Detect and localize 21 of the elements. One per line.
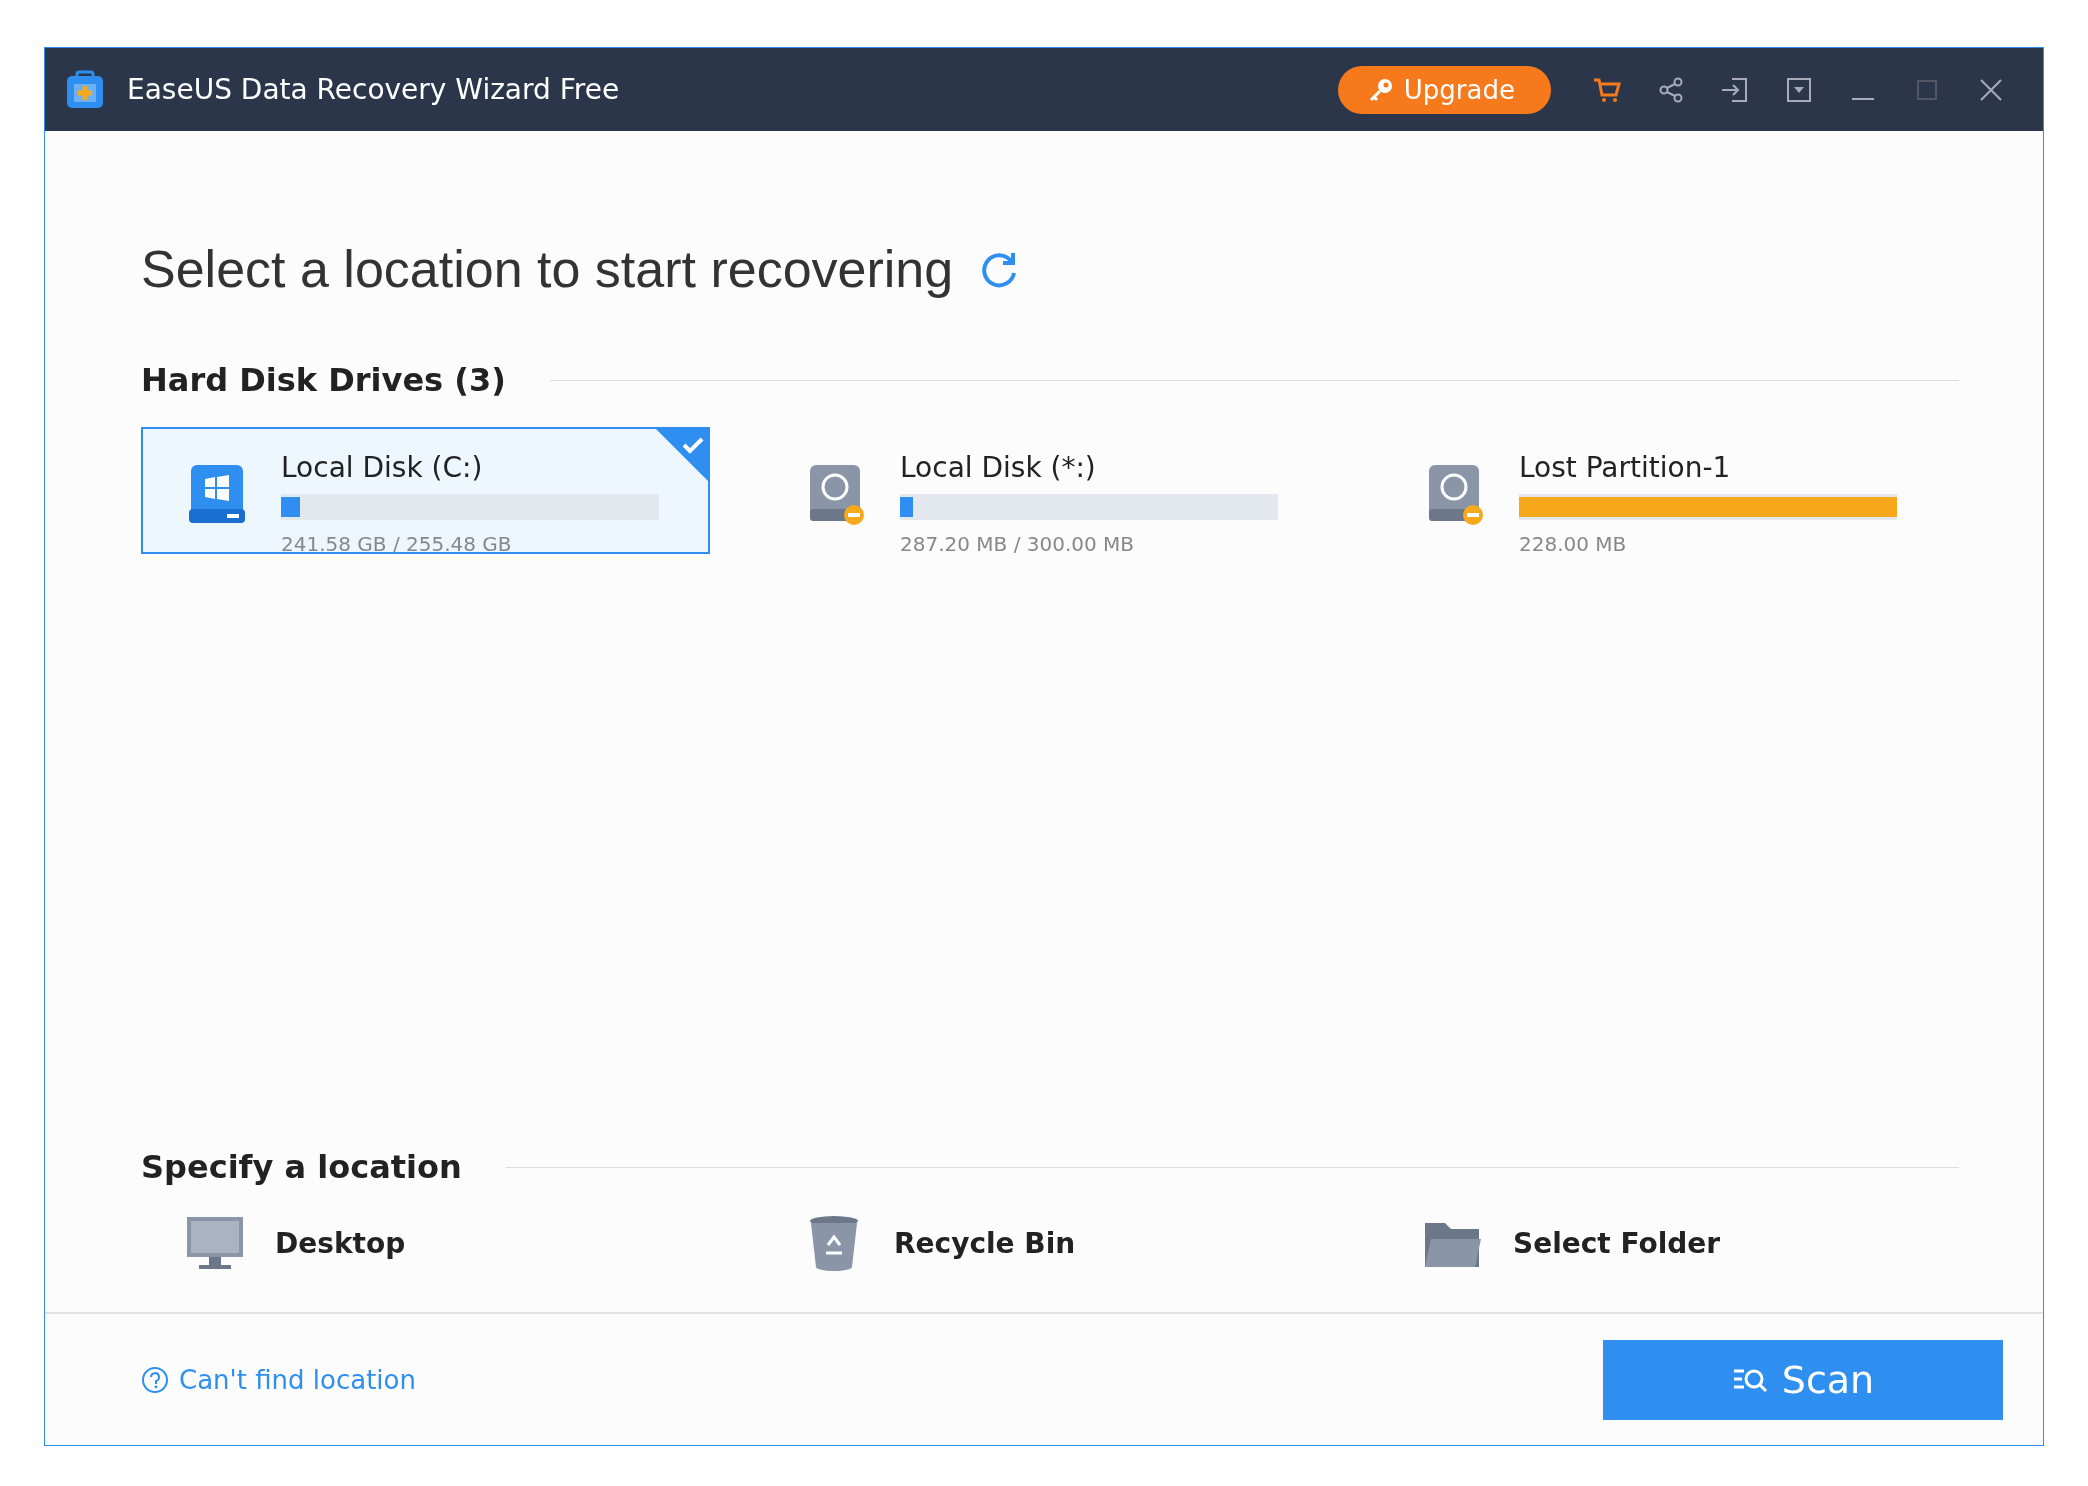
check-corner-icon [656,429,708,481]
drive-size: 228.00 MB [1519,532,1628,556]
section-title: Specify a location [141,1148,462,1186]
location-item[interactable]: Recycle Bin [760,1214,1082,1272]
monitor-icon [185,1215,245,1271]
drive-card[interactable]: Lost Partition-1 228.00 MB [1379,427,1948,554]
page-heading: Select a location to start recovering [141,239,954,299]
app-logo-icon [65,69,105,110]
drive-name: Lost Partition-1 [1519,451,1732,484]
section-title: Hard Disk Drives (3) [141,361,506,399]
drive-card[interactable]: Local Disk (*:) 287.20 MB / 300.00 MB [760,427,1329,554]
location-item[interactable]: Select Folder [1379,1214,1727,1272]
location-item[interactable]: Desktop [141,1214,412,1272]
window-title: EaseUS Data Recovery Wizard Free [127,73,621,106]
drive-size: 287.20 MB / 300.00 MB [900,532,1136,556]
help-icon [141,1365,169,1394]
drive-name: Local Disk (C:) [281,451,484,484]
key-icon [1367,76,1394,103]
drive-size: 241.58 GB / 255.48 GB [281,532,513,556]
drive-card[interactable]: Local Disk (C:) 241.58 GB / 255.48 GB [141,427,710,554]
drive-name: Local Disk (*:) [900,451,1097,484]
